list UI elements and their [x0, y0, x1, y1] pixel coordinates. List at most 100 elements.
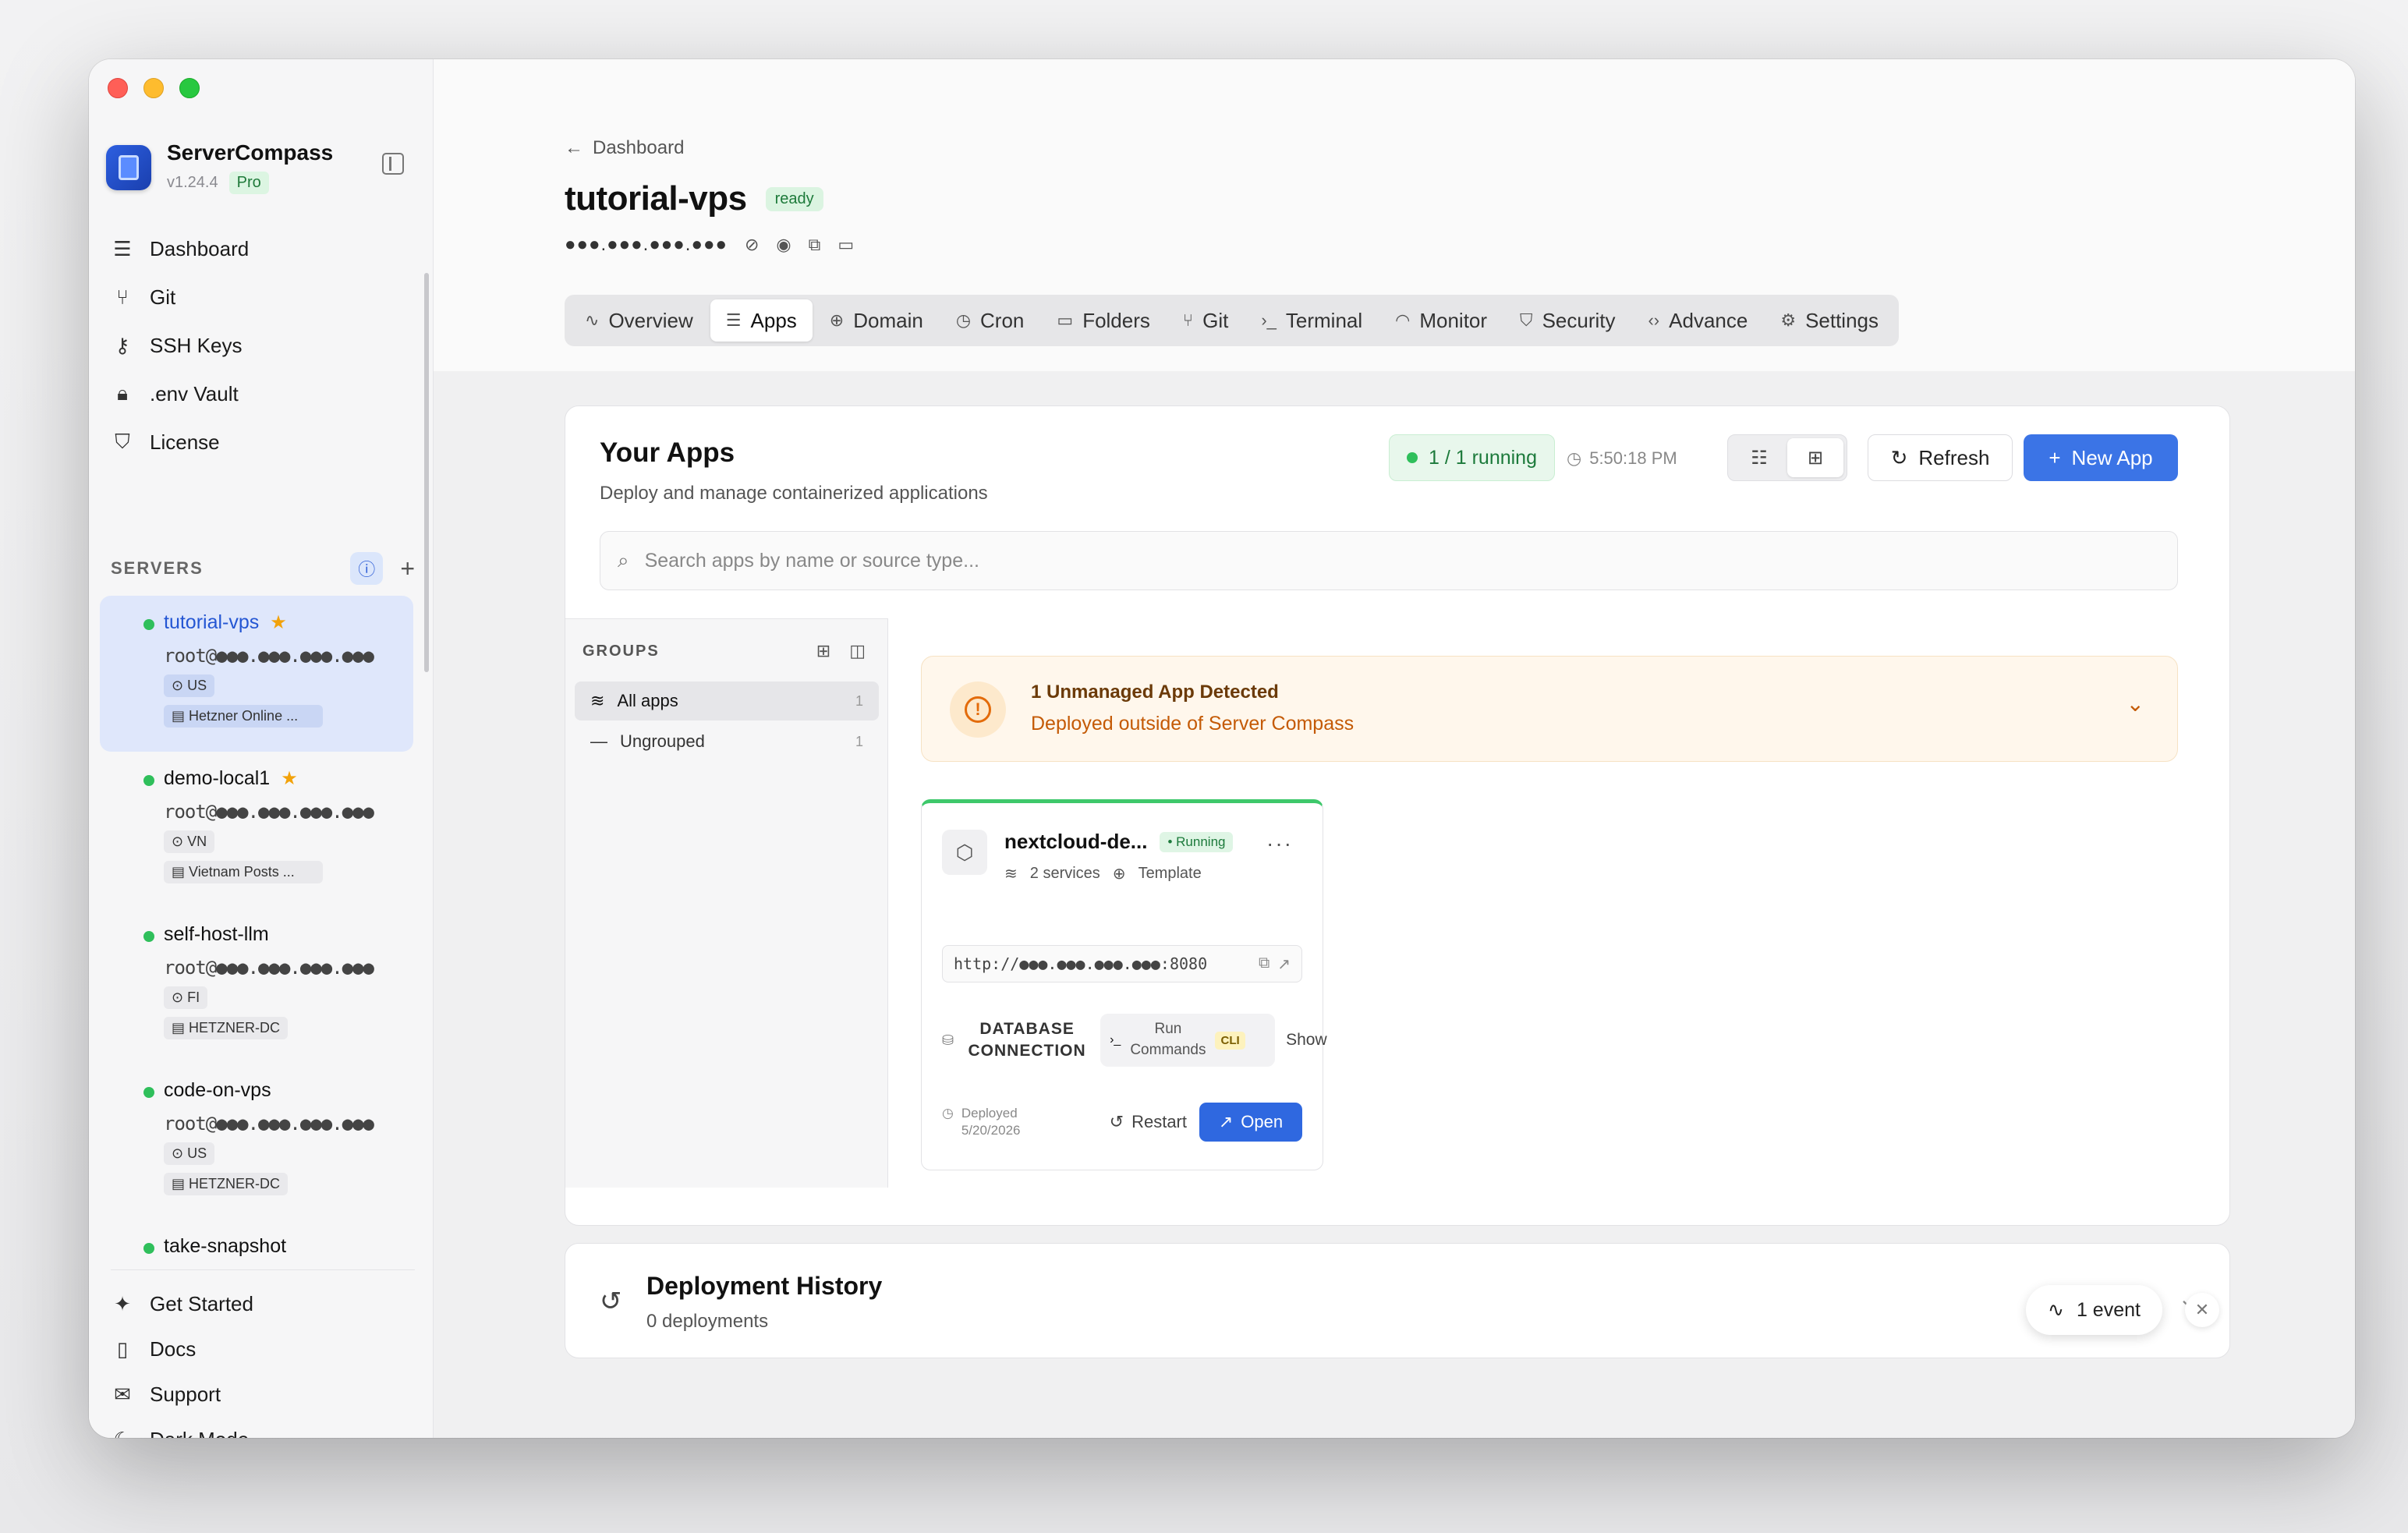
info-icon[interactable]: ⓘ [350, 552, 384, 585]
status-badge: • Running [1160, 831, 1234, 852]
server-item-take-snapshot[interactable]: take-snapshot [100, 1220, 413, 1266]
run-commands-button[interactable]: ›_ Run Commands CLI [1100, 1014, 1276, 1067]
nav-item-docs[interactable]: ▯ Docs [111, 1326, 415, 1372]
globe-icon: ⊕ [1112, 866, 1126, 883]
activity-icon: ∿ [585, 310, 600, 330]
nav-item-ssh-keys[interactable]: ⚷ SSH Keys [111, 321, 415, 370]
gauge-icon: ◠ [1395, 310, 1411, 330]
minimize-window-button[interactable] [143, 78, 164, 98]
show-button[interactable]: Show [1286, 1031, 1327, 1050]
restart-button[interactable]: ↺ Restart [1110, 1112, 1187, 1132]
search-input[interactable]: ⌕ Search apps by name or source type... [600, 531, 2178, 590]
server-item-self-host-llm[interactable]: self-host-llm root@●●●.●●●.●●●.●●● ⊙ FI … [100, 908, 413, 1064]
refresh-button[interactable]: ↻ Refresh [1868, 434, 2013, 481]
tab-security[interactable]: ⛉ Security [1504, 299, 1631, 342]
ip-address: ●●●.●●●.●●●.●●● [565, 234, 728, 255]
server-host: root@●●●.●●●.●●●.●●● [164, 957, 374, 979]
chevron-down-icon[interactable]: ⌄ [2126, 691, 2144, 717]
list-view-icon[interactable]: ☷ [1731, 438, 1787, 477]
nav-item-dashboard[interactable]: ☰ Dashboard [111, 225, 415, 273]
nav-item-git[interactable]: ⑂ Git [111, 273, 415, 321]
add-server-icon[interactable]: + [400, 554, 415, 583]
external-link-icon[interactable]: ↗ [1277, 954, 1291, 974]
clock-icon: ◷ [942, 1105, 954, 1121]
ip-row: ●●●.●●●.●●●.●●● ⊘ ◉ ⧉ ▭ [565, 234, 854, 256]
new-app-button[interactable]: + New App [2024, 434, 2178, 481]
close-window-button[interactable] [108, 78, 128, 98]
secondary-nav: ✦ Get Started ▯ Docs ✉ Support ☾ Dark Mo… [111, 1269, 415, 1438]
tab-git[interactable]: ⑂ Git [1167, 299, 1244, 342]
moon-icon: ☾ [111, 1428, 134, 1439]
star-icon[interactable]: ★ [270, 611, 287, 634]
server-host: root@●●●.●●●.●●●.●●● [164, 801, 374, 823]
window-controls [108, 78, 200, 98]
nav-item-label: License [150, 430, 220, 454]
lock-icon: 🔒︎ [117, 381, 128, 405]
tab-apps[interactable]: ☰ Apps [710, 299, 813, 342]
tab-folders[interactable]: ▭ Folders [1041, 299, 1166, 342]
window-icon[interactable]: ▭ [837, 235, 854, 255]
star-icon[interactable]: ★ [281, 767, 298, 790]
history-icon: ↺ [600, 1287, 622, 1316]
more-icon[interactable]: ··· [1266, 831, 1293, 856]
globe-icon: ⊕ [829, 310, 845, 330]
tab-overview[interactable]: ∿ Overview [569, 299, 709, 342]
sidebar-scrollbar[interactable] [424, 273, 429, 672]
event-toast[interactable]: ∿ 1 event [2026, 1285, 2162, 1335]
provider-tag: ▤ HETZNER-DC [164, 1017, 289, 1039]
main-content: ← Dashboard tutorial-vps ready ●●●.●●●.●… [434, 59, 2355, 1438]
server-item-demo-local1[interactable]: demo-local1 ★ root@●●●.●●●.●●●.●●● ⊙ VN ▤… [100, 752, 413, 908]
nav-item-support[interactable]: ✉ Support [111, 1372, 415, 1417]
region-tag: ⊙ VN [164, 830, 215, 853]
server-item-tutorial-vps[interactable]: tutorial-vps ★ root@●●●.●●●.●●●.●●● ⊙ US … [100, 596, 413, 752]
code-icon: ‹› [1648, 310, 1660, 330]
app-meta: ≋ 2 services ⊕ Template [1004, 865, 1202, 883]
breadcrumb-label: Dashboard [593, 137, 685, 158]
alert-title: 1 Unmanaged App Detected [1031, 682, 1279, 703]
zoom-window-button[interactable] [179, 78, 200, 98]
tab-monitor[interactable]: ◠ Monitor [1379, 299, 1503, 342]
copy-icon[interactable]: ⧉ [1259, 954, 1270, 974]
collapse-sidebar-icon[interactable] [382, 153, 404, 175]
deployment-history-panel[interactable]: ↺ Deployment History 0 deployments ↻ ⌄ [565, 1243, 2230, 1358]
tab-cron[interactable]: ◷ Cron [940, 299, 1040, 342]
clock-icon: ◷ [1567, 448, 1582, 468]
breadcrumb[interactable]: ← Dashboard [565, 137, 684, 159]
server-item-code-on-vps[interactable]: code-on-vps root@●●●.●●●.●●●.●●● ⊙ US ▤ … [100, 1064, 413, 1220]
new-folder-icon[interactable]: ⊞ [816, 641, 830, 661]
eye-off-icon[interactable]: ⊘ [745, 235, 759, 255]
server-stack-icon: ☰ [113, 236, 132, 260]
tab-settings[interactable]: ⚙ Settings [1765, 299, 1894, 342]
unmanaged-app-alert[interactable]: ! 1 Unmanaged App Detected Deployed outs… [921, 656, 2178, 762]
open-button[interactable]: ↗ Open [1199, 1103, 1302, 1142]
page-title-row: tutorial-vps ready [565, 179, 823, 218]
app-url-field[interactable]: http://●●●.●●●.●●●.●●●:8080 ⧉ ↗ [942, 945, 1302, 982]
tab-advance[interactable]: ‹› Advance [1632, 299, 1763, 342]
servers-header: SERVERS ⓘ + [111, 552, 415, 585]
close-icon[interactable]: ✕ [2185, 1293, 2219, 1327]
activity-icon: ∿ [2048, 1299, 2064, 1321]
region-tag: ⊙ US [164, 1142, 215, 1165]
status-dot [143, 619, 154, 630]
git-branch-icon: ⑂ [116, 285, 129, 309]
layers-icon: ≋ [1004, 866, 1018, 883]
eye-icon[interactable]: ◉ [776, 235, 791, 255]
nav-item-label: Support [150, 1382, 221, 1406]
copy-icon[interactable]: ⧉ [809, 235, 821, 255]
nav-item-license[interactable]: ⛉ License [111, 418, 415, 466]
tab-terminal[interactable]: ›_ Terminal [1245, 299, 1378, 342]
tab-domain[interactable]: ⊕ Domain [814, 299, 939, 342]
nav-item-dark-mode[interactable]: ☾ Dark Mode [111, 1417, 415, 1439]
app-url: http://●●●.●●●.●●●.●●●:8080 [954, 954, 1208, 973]
app-card[interactable]: ⬡ nextcloud-de... • Running ··· ≋ 2 serv… [921, 799, 1327, 1170]
app-card-footer: ◷ Deployed 5/20/2026 ↺ Restart ↗ Open [942, 1103, 1302, 1142]
mail-icon: ✉ [114, 1382, 131, 1406]
group-item-all-apps[interactable]: ≋ All apps 1 [575, 682, 879, 720]
collapse-panel-icon[interactable]: ◫ [849, 641, 866, 661]
history-subtitle: 0 deployments [646, 1311, 769, 1332]
group-item-ungrouped[interactable]: — Ungrouped 1 [575, 722, 879, 761]
grid-view-icon[interactable]: ⊞ [1787, 438, 1843, 477]
nav-item-env-vault[interactable]: 🔒︎ .env Vault [111, 370, 415, 418]
nav-item-get-started[interactable]: ✦ Get Started [111, 1281, 415, 1326]
nav-item-label: .env Vault [150, 381, 239, 405]
